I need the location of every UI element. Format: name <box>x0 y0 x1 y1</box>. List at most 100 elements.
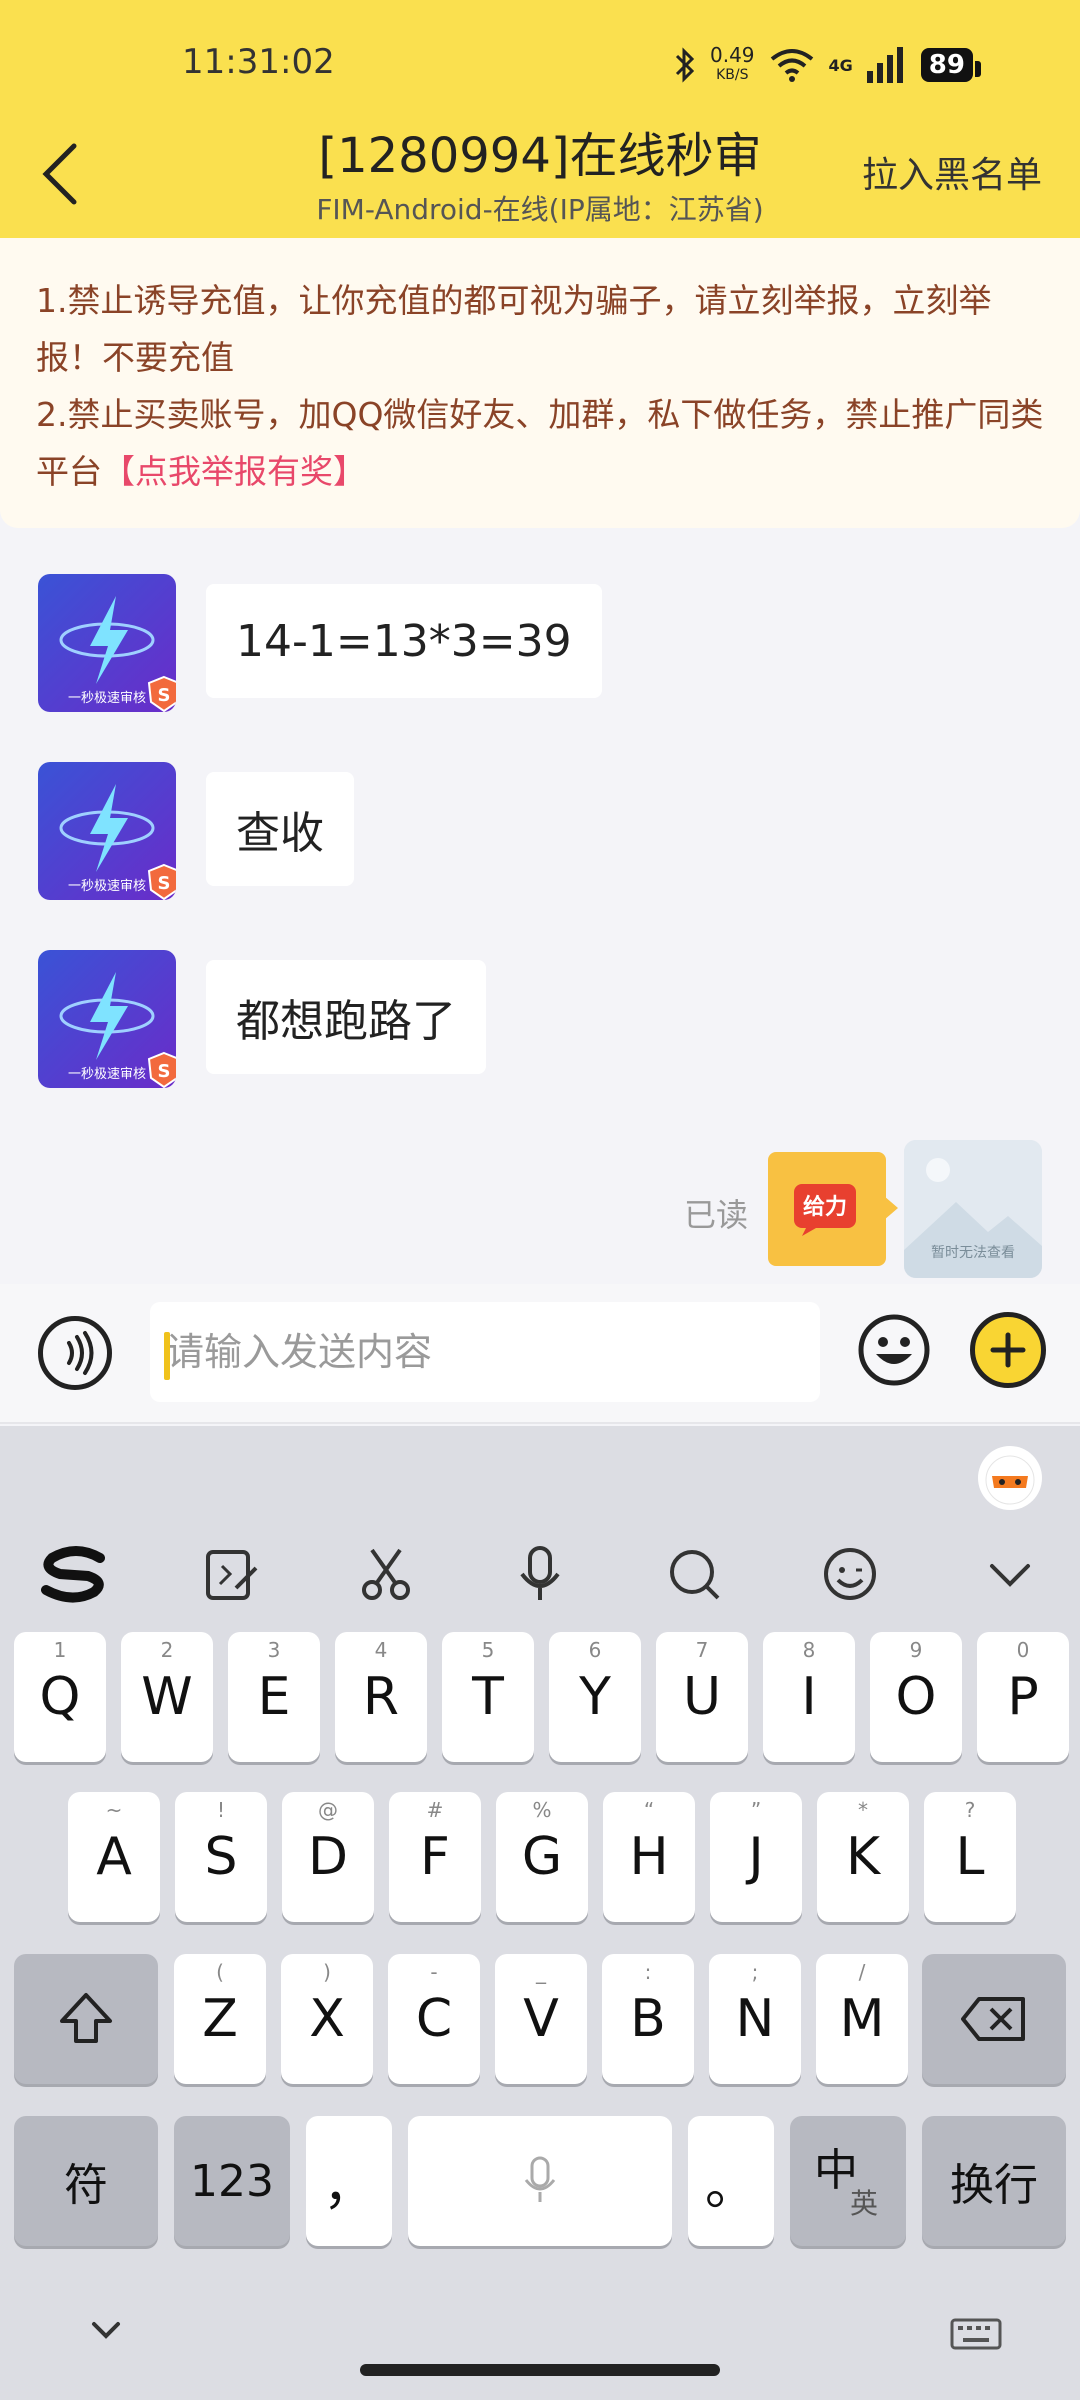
key-label: E <box>257 1667 291 1727</box>
signal-icon <box>866 47 903 83</box>
key-label: N <box>735 1989 775 2049</box>
emoji-wink-icon[interactable] <box>810 1534 890 1614</box>
scissors-icon[interactable] <box>346 1534 426 1614</box>
contact-avatar[interactable]: 一秒极速审核 S <box>38 950 176 1088</box>
sogou-logo-icon[interactable] <box>34 1534 114 1614</box>
svg-text:S: S <box>158 685 171 706</box>
key-d[interactable]: @ D <box>282 1792 374 1922</box>
key-g[interactable]: % G <box>496 1792 588 1922</box>
net-speed: 0.49 KB/S <box>710 45 755 85</box>
key-s[interactable]: ! S <box>175 1792 267 1922</box>
message-bubble[interactable]: 14-1=13*3=39 <box>206 584 602 698</box>
key-hint: ~ <box>105 1798 123 1822</box>
key-e[interactable]: 3E <box>228 1632 320 1762</box>
key-h[interactable]: “H <box>603 1792 695 1922</box>
home-indicator[interactable] <box>360 2364 720 2376</box>
key-v[interactable]: _ V <box>495 1954 587 2084</box>
sticker-text: 给力 <box>803 1194 847 1220</box>
svg-text:S: S <box>158 873 171 894</box>
message-row: 一秒极速审核 S 都想跑路了 <box>38 950 486 1088</box>
key-hint: 8 <box>802 1638 816 1662</box>
message-bubble[interactable]: 查收 <box>206 772 354 886</box>
emoji-icon[interactable] <box>856 1312 932 1388</box>
numbers-key[interactable]: 123 <box>174 2116 290 2246</box>
contact-avatar[interactable]: 一秒极速审核 S <box>38 574 176 712</box>
read-status: 已读 <box>684 1196 749 1234</box>
handwriting-icon[interactable] <box>192 1534 272 1614</box>
lang-sub-label: 英 <box>850 2187 879 2220</box>
key-n[interactable]: ; N <box>709 1954 801 2084</box>
key-hint: “ <box>643 1798 655 1822</box>
comma-key[interactable]: ， <box>306 2116 392 2246</box>
shift-key[interactable] <box>14 1954 158 2084</box>
key-i[interactable]: 8I <box>763 1632 855 1762</box>
battery-tip-icon <box>974 60 981 77</box>
blacklist-button[interactable]: 拉入黑名单 <box>862 146 1042 198</box>
voice-input-button[interactable] <box>38 1316 112 1390</box>
message-row: 一秒极速审核 S 查收 <box>38 762 354 900</box>
net-speed-unit: KB/S <box>716 67 749 83</box>
hide-keyboard-chevron-icon[interactable] <box>86 2310 126 2350</box>
notice-line-1: 1.禁止诱导充值，让你充值的都可视为骗子，请立刻举报，立刻举报！不要充值 <box>36 281 992 377</box>
shield-badge-icon: S <box>147 863 176 900</box>
key-t[interactable]: 5T <box>442 1632 534 1762</box>
key-hint: * <box>858 1798 868 1822</box>
bluetooth-icon <box>675 47 695 83</box>
key-u[interactable]: 7U <box>656 1632 748 1762</box>
status-time: 11:31:02 <box>182 42 335 82</box>
microphone-icon[interactable] <box>500 1534 580 1614</box>
svg-text:S: S <box>158 1061 171 1082</box>
key-p[interactable]: 0P <box>977 1632 1069 1762</box>
my-avatar[interactable]: 暂时无法查看 <box>904 1140 1042 1278</box>
key-label: K <box>845 1827 881 1887</box>
key-c[interactable]: -C <box>388 1954 480 2084</box>
key-z[interactable]: (Z <box>174 1954 266 2084</box>
keyboard-mascot-icon[interactable] <box>978 1446 1042 1510</box>
plus-button[interactable] <box>970 1312 1046 1388</box>
period-key[interactable]: 。 <box>688 2116 774 2246</box>
symbols-key[interactable]: 符 <box>14 2116 158 2246</box>
search-icon[interactable] <box>654 1534 734 1614</box>
key-o[interactable]: 9O <box>870 1632 962 1762</box>
key-l[interactable]: ? L <box>924 1792 1016 1922</box>
key-f[interactable]: # F <box>389 1792 481 1922</box>
backspace-icon <box>961 1997 1025 2041</box>
key-m[interactable]: / M <box>816 1954 908 2084</box>
key-r[interactable]: 4R <box>335 1632 427 1762</box>
keyboard-switch-icon[interactable] <box>950 2318 1002 2350</box>
message-input[interactable] <box>150 1302 820 1402</box>
key-y[interactable]: 6Y <box>549 1632 641 1762</box>
enter-key[interactable]: 换行 <box>922 2116 1066 2246</box>
key-a[interactable]: ~ A <box>68 1792 160 1922</box>
key-label: D <box>307 1827 349 1887</box>
space-key[interactable] <box>408 2116 672 2246</box>
key-hint: 0 <box>1016 1638 1030 1662</box>
shield-badge-icon: S <box>147 675 176 712</box>
sticker-message[interactable]: 给力 <box>768 1152 886 1266</box>
chat-screen: 11:31:02 0.49 KB/S 4G 89 [1280994]在线秒审 F… <box>0 0 1080 2400</box>
key-label: U <box>682 1667 722 1727</box>
key-j[interactable]: ” J <box>710 1792 802 1922</box>
battery-level: 89 <box>920 48 973 82</box>
sticker-bubble-tail <box>884 1196 898 1220</box>
language-switch-key[interactable]: 中 英 <box>790 2116 906 2246</box>
key-k[interactable]: * K <box>817 1792 909 1922</box>
key-w[interactable]: 2W <box>121 1632 213 1762</box>
key-x[interactable]: ) X <box>281 1954 373 2084</box>
sticker-icon: 给力 <box>794 1184 856 1236</box>
key-label: F <box>420 1827 450 1887</box>
collapse-keyboard-icon[interactable] <box>970 1534 1050 1614</box>
key-label: J <box>748 1827 764 1887</box>
message-bubble[interactable]: 都想跑路了 <box>206 960 486 1074</box>
key-q[interactable]: 1Q <box>14 1632 106 1762</box>
key-hint: _ <box>536 1960 546 1984</box>
contact-avatar[interactable]: 一秒极速审核 S <box>38 762 176 900</box>
key-hint: 3 <box>267 1638 281 1662</box>
key-b[interactable]: :B <box>602 1954 694 2084</box>
backspace-key[interactable] <box>922 1954 1066 2084</box>
message-row: 一秒极速审核 S 14-1=13*3=39 <box>38 574 602 712</box>
report-link[interactable]: 【点我举报有奖】 <box>102 452 366 491</box>
key-hint: ( <box>216 1960 224 1984</box>
key-label: Y <box>579 1667 611 1727</box>
key-label: X <box>309 1989 345 2049</box>
